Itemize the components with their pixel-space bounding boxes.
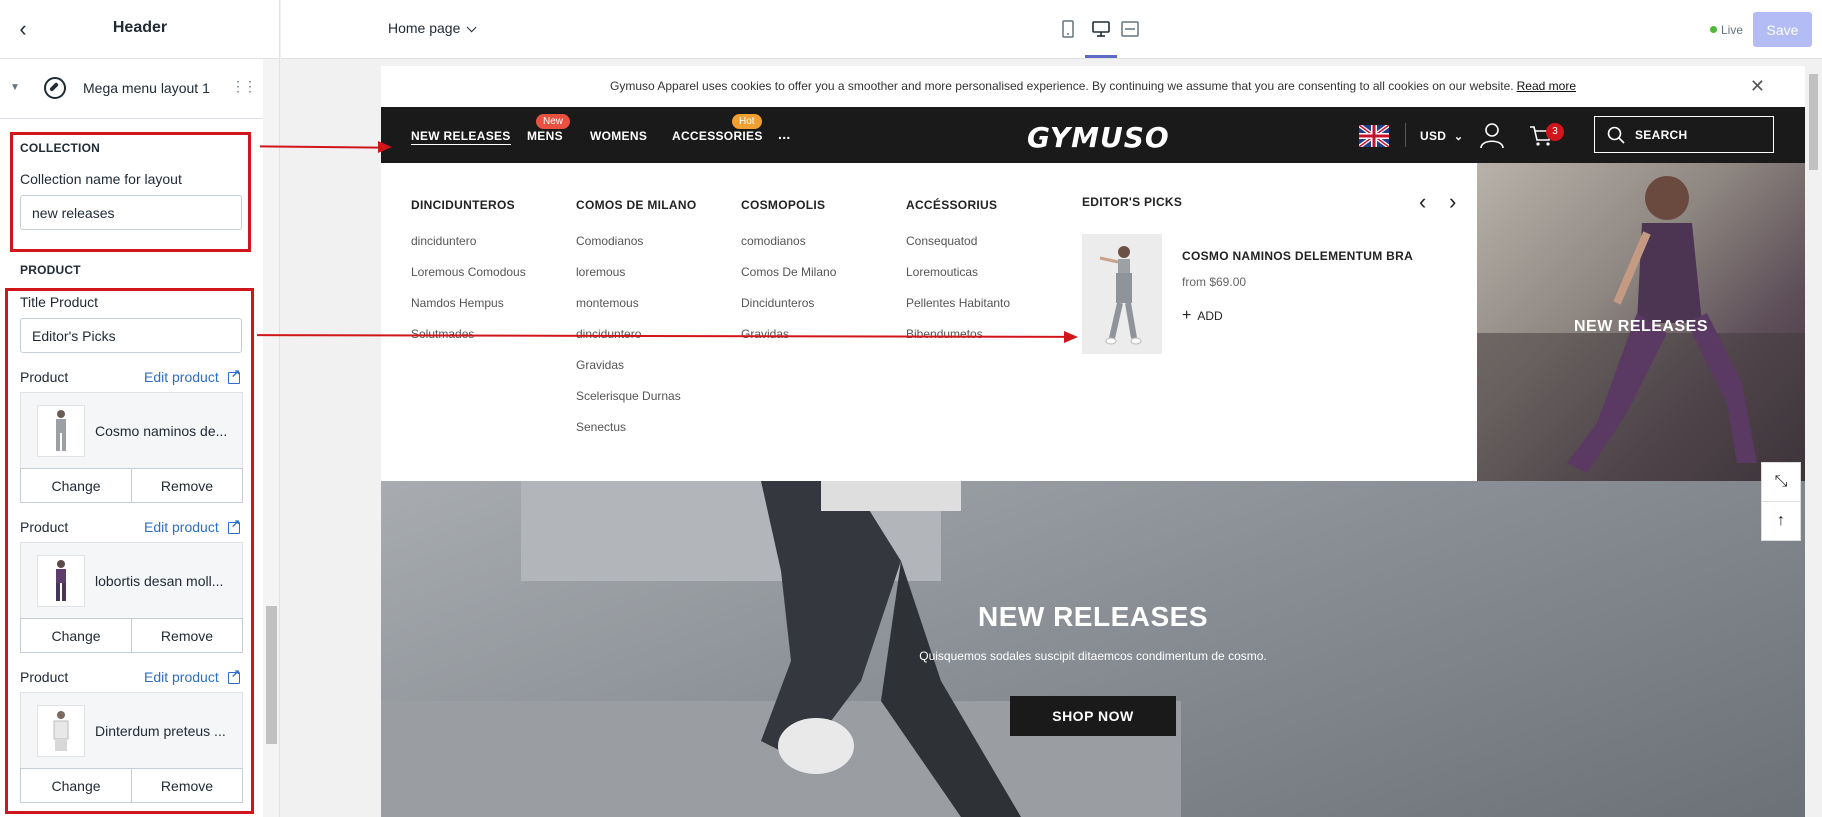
mega-link[interactable]: Dincidunteros <box>741 296 836 310</box>
nav-mens[interactable]: MENS <box>527 129 563 143</box>
store-navbar: NEW RELEASES MENS New WOMENS ACCESSORIES… <box>381 107 1805 163</box>
account-icon[interactable] <box>1479 121 1505 149</box>
search-box[interactable]: SEARCH <box>1594 116 1774 153</box>
add-to-cart-link[interactable]: + ADD <box>1182 307 1223 325</box>
compass-icon <box>44 77 66 99</box>
mega-link[interactable]: Loremous Comodous <box>411 265 526 279</box>
close-icon[interactable]: ✕ <box>1750 76 1765 97</box>
editor-topbar: Home page Live Save <box>281 0 1822 59</box>
annotation-box-product <box>5 288 254 814</box>
nav-more[interactable]: ... <box>778 126 791 142</box>
arrowhead-icon <box>378 141 392 153</box>
mega-menu-block[interactable]: ▼ Mega menu layout 1 ⋮⋮ <box>0 59 263 119</box>
cart-count-badge: 3 <box>1546 123 1564 141</box>
mega-link[interactable]: Bibendumetos <box>906 327 1010 341</box>
currency-selector[interactable]: USD ⌄ <box>1420 129 1463 143</box>
mega-link[interactable]: Loremouticas <box>906 265 1010 279</box>
mega-column: COMOS DE MILANO Comodianos loremous mont… <box>576 198 697 451</box>
add-label: ADD <box>1197 309 1223 323</box>
mega-link[interactable]: loremous <box>576 265 697 279</box>
carousel-next-icon[interactable]: › <box>1449 189 1456 215</box>
mega-column: COSMOPOLIS comodianos Comos De Milano Di… <box>741 198 836 358</box>
annotation-box-collection <box>10 132 251 252</box>
editors-pick-price: from $69.00 <box>1182 275 1247 289</box>
mega-link[interactable]: Consequatod <box>906 234 1010 248</box>
nav-womens[interactable]: WOMENS <box>590 129 647 143</box>
nav-divider <box>1405 123 1406 147</box>
mobile-view-icon[interactable] <box>1059 20 1077 38</box>
mega-link[interactable]: Namdos Hempus <box>411 296 526 310</box>
mega-menu-banner[interactable]: NEW RELEASES <box>1477 163 1805 481</box>
editors-picks-block: EDITOR'S PICKS <box>1082 195 1182 209</box>
nav-new-releases[interactable]: NEW RELEASES <box>411 129 511 145</box>
page-selector[interactable]: Home page <box>388 20 477 36</box>
mega-link[interactable]: Comos De Milano <box>741 265 836 279</box>
read-more-link[interactable]: Read more <box>1517 79 1576 93</box>
mega-link[interactable]: Comodianos <box>576 234 697 248</box>
mega-link[interactable]: dinciduntero <box>411 234 526 248</box>
sidebar-scrollbar-thumb[interactable] <box>266 606 277 744</box>
mega-link[interactable]: comodianos <box>741 234 836 248</box>
search-label: SEARCH <box>1635 128 1688 142</box>
mega-link[interactable]: Gravidas <box>741 327 836 341</box>
preview-scrollbar[interactable] <box>1805 66 1822 817</box>
save-button[interactable]: Save <box>1753 12 1812 47</box>
back-to-top-icon[interactable]: ↑ <box>1761 501 1801 541</box>
mega-link[interactable]: Pellentes Habitanto <box>906 296 1010 310</box>
fullscreen-view-icon[interactable] <box>1121 20 1139 38</box>
live-label: Live <box>1721 23 1744 37</box>
shop-now-button[interactable]: SHOP NOW <box>1010 696 1176 736</box>
mega-link[interactable]: montemous <box>576 296 697 310</box>
badge-hot: Hot <box>732 114 762 129</box>
mega-column: ACCÉSSORIUS Consequatod Loremouticas Pel… <box>906 198 1010 358</box>
live-dot-icon <box>1710 26 1717 33</box>
hero-banner: NEW RELEASES Quisquemos sodales suscipit… <box>381 481 1805 817</box>
nav-accessories[interactable]: ACCESSORIES <box>672 129 763 143</box>
desktop-view-icon[interactable] <box>1092 20 1110 38</box>
search-icon <box>1607 126 1625 144</box>
editors-pick-image[interactable] <box>1082 234 1162 354</box>
mega-column-heading[interactable]: ACCÉSSORIUS <box>906 198 1010 212</box>
editors-picks-title: EDITOR'S PICKS <box>1082 195 1183 209</box>
mega-menu-dropdown: DINCIDUNTEROS dinciduntero Loremous Como… <box>381 163 1484 481</box>
plus-icon: + <box>1182 307 1192 324</box>
mega-link[interactable]: Gravidas <box>576 358 697 372</box>
uk-flag-icon[interactable] <box>1359 125 1389 147</box>
carousel-prev-icon[interactable]: ‹ <box>1419 189 1426 215</box>
storefront-preview: Gymuso Apparel uses cookies to offer you… <box>381 66 1805 817</box>
chevron-down-icon <box>467 22 477 33</box>
live-status: Live <box>1710 23 1743 37</box>
banner-title: NEW RELEASES <box>1573 318 1708 335</box>
store-logo[interactable]: GYMUSO <box>1027 121 1170 154</box>
cookie-text: Gymuso Apparel uses cookies to offer you… <box>610 79 1514 93</box>
active-view-indicator <box>1085 55 1117 58</box>
caret-down-icon[interactable]: ▼ <box>10 82 20 93</box>
preview-scrollbar-thumb[interactable] <box>1809 74 1818 170</box>
editors-pick-name[interactable]: COSMO NAMINOS DELEMENTUM BRA <box>1182 249 1413 263</box>
arrowhead-icon <box>1064 331 1078 343</box>
sidebar-title: Header <box>112 19 168 36</box>
hero-subtitle: Quisquemos sodales suscipit ditaemcos co… <box>919 649 1267 663</box>
hero-title: NEW RELEASES <box>977 601 1209 632</box>
mega-column-heading[interactable]: COSMOPOLIS <box>741 198 836 212</box>
mega-column-heading[interactable]: COMOS DE MILANO <box>576 198 697 212</box>
badge-new: New <box>536 114 571 129</box>
resize-icon[interactable]: ⤡ <box>1761 462 1801 502</box>
mega-column-heading[interactable]: DINCIDUNTEROS <box>411 198 526 212</box>
theme-editor-sidebar: ‹ Header ▼ Mega menu layout 1 ⋮⋮ COLLECT… <box>0 0 280 817</box>
chevron-down-icon: ⌄ <box>1453 131 1464 143</box>
mega-link[interactable]: Scelerisque Durnas <box>576 389 697 403</box>
page-selector-label: Home page <box>388 20 461 36</box>
product-section-heading: PRODUCT <box>20 263 81 277</box>
currency-label: USD <box>1420 129 1447 143</box>
cookie-banner: Gymuso Apparel uses cookies to offer you… <box>381 66 1805 107</box>
sidebar-header: ‹ Header <box>0 0 279 59</box>
mega-link[interactable]: Senectus <box>576 420 697 434</box>
mega-menu-label: Mega menu layout 1 <box>83 80 210 96</box>
drag-handle-icon[interactable]: ⋮⋮ <box>231 78 257 95</box>
